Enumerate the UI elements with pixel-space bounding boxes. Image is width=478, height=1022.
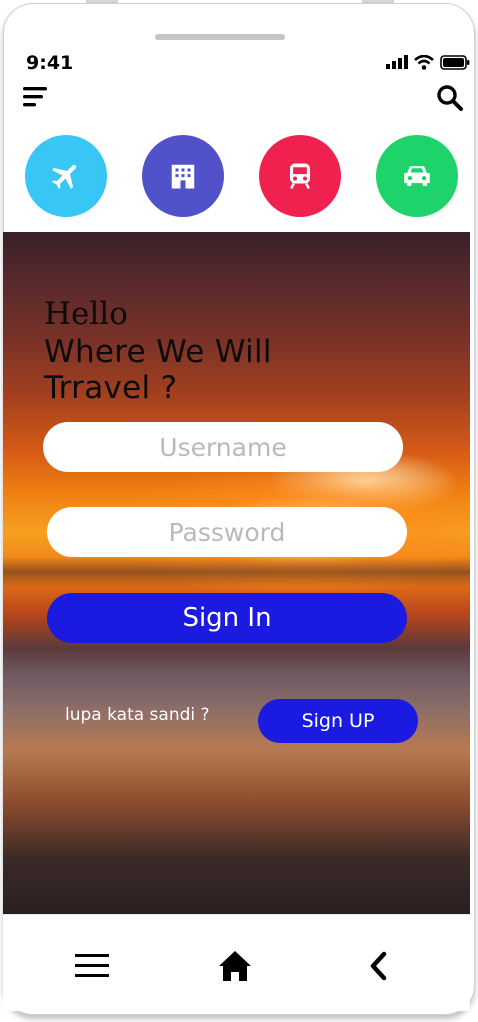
- search-button[interactable]: [436, 84, 464, 112]
- forgot-password-link[interactable]: lupa kata sandi ?: [65, 705, 210, 725]
- status-time: 9:41: [26, 52, 74, 74]
- hotel-icon: [171, 164, 195, 189]
- battery-icon: [440, 54, 470, 70]
- back-icon: [370, 951, 387, 981]
- sign-in-button[interactable]: Sign In: [47, 593, 407, 643]
- page-title: Where We Will Trravel ?: [44, 334, 364, 406]
- username-input[interactable]: [43, 422, 403, 472]
- search-icon: [437, 85, 463, 111]
- password-input[interactable]: [47, 507, 407, 557]
- car-icon: [404, 166, 430, 186]
- greeting-text: Hello: [44, 296, 128, 332]
- airplane-icon: [51, 164, 77, 190]
- headline-line-2: Trravel ?: [44, 370, 178, 406]
- bottom-navigation: [3, 914, 470, 1011]
- headline-line-1: Where We Will: [44, 334, 272, 370]
- category-flight-button[interactable]: [25, 135, 107, 217]
- signal-icon: [386, 55, 408, 69]
- category-car-button[interactable]: [376, 135, 458, 217]
- menu-icon: [23, 87, 47, 107]
- nav-menu-button[interactable]: [75, 953, 111, 983]
- category-hotel-button[interactable]: [142, 135, 224, 217]
- status-icons: [386, 54, 470, 70]
- home-icon: [219, 951, 251, 981]
- category-train-button[interactable]: [259, 135, 341, 217]
- wifi-icon: [414, 54, 434, 70]
- nav-home-button[interactable]: [217, 949, 253, 987]
- speaker-notch: [155, 34, 285, 40]
- menu-icon: [75, 954, 109, 977]
- nav-back-button[interactable]: [368, 951, 388, 985]
- sign-up-button[interactable]: Sign UP: [258, 699, 418, 743]
- train-icon: [290, 163, 310, 190]
- menu-button[interactable]: [23, 86, 49, 108]
